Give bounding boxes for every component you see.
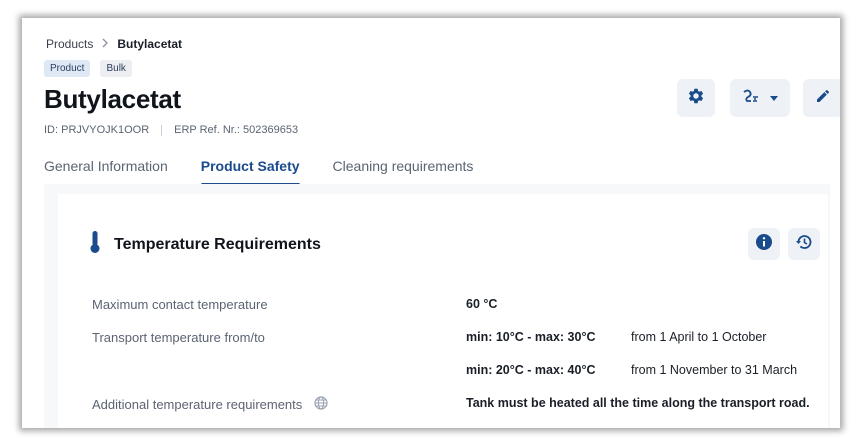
breadcrumb-products-link[interactable]: Products bbox=[46, 37, 93, 51]
bulk-tag: Bulk bbox=[100, 60, 132, 77]
additional-temp-label: Additional temperature requirements bbox=[92, 396, 328, 413]
max-contact-temp-label: Maximum contact temperature bbox=[92, 297, 268, 312]
breadcrumb: Products Butylacetat bbox=[46, 36, 182, 51]
edit-button[interactable] bbox=[803, 79, 840, 117]
product-meta: ID: PRJVYOJK1OOR ERP Ref. Nr.: 502369653 bbox=[44, 124, 298, 136]
tab-product-safety[interactable]: Product Safety bbox=[200, 158, 300, 186]
tab-bar: General Information Product Safety Clean… bbox=[44, 158, 474, 186]
pencil-icon bbox=[815, 88, 831, 109]
history-icon bbox=[795, 233, 813, 256]
transport-temp-range-2: min: 20°C - max: 40°C bbox=[466, 363, 596, 377]
transport-period-1: from 1 April to 1 October bbox=[631, 330, 767, 344]
app-window: Products Butylacetat Product Bulk Butyla… bbox=[22, 18, 840, 428]
additional-temp-value: Tank must be heated all the time along t… bbox=[466, 396, 810, 410]
thermometer-icon bbox=[88, 230, 102, 259]
transport-period-2: from 1 November to 31 March bbox=[631, 363, 798, 377]
page-title: Butylacetat bbox=[44, 84, 181, 114]
row-label-text: Additional temperature requirements bbox=[92, 397, 303, 412]
row-label-text: Maximum contact temperature bbox=[92, 297, 268, 312]
gear-icon bbox=[687, 87, 705, 110]
temperature-requirements-card: Temperature Requirements Maximum contact… bbox=[58, 194, 828, 428]
settings-button[interactable] bbox=[677, 79, 715, 117]
transport-temp-range-1: min: 10°C - max: 30°C bbox=[466, 330, 596, 344]
product-tag: Product bbox=[44, 60, 91, 77]
transport-temp-label: Transport temperature from/to bbox=[92, 330, 265, 345]
section-title: Temperature Requirements bbox=[114, 235, 321, 253]
info-button[interactable] bbox=[748, 228, 780, 260]
chevron-right-icon bbox=[101, 36, 109, 51]
row-label-text: Transport temperature from/to bbox=[92, 330, 265, 345]
meta-divider bbox=[161, 124, 163, 136]
route-icon bbox=[742, 88, 760, 109]
card-header: Temperature Requirements bbox=[88, 230, 321, 259]
breadcrumb-current: Butylacetat bbox=[117, 36, 183, 51]
tag-list: Product Bulk bbox=[44, 60, 132, 77]
content-panel: Temperature Requirements Maximum contact… bbox=[44, 184, 830, 428]
history-button[interactable] bbox=[788, 228, 820, 260]
product-id: ID: PRJVYOJK1OOR bbox=[44, 124, 150, 136]
erp-reference: ERP Ref. Nr.: 502369653 bbox=[174, 124, 299, 136]
info-icon bbox=[755, 233, 773, 256]
max-contact-temp-value: 60 °C bbox=[466, 297, 498, 311]
globe-icon[interactable] bbox=[314, 396, 328, 413]
workflow-dropdown-button[interactable] bbox=[730, 79, 790, 117]
tab-general-information[interactable]: General Information bbox=[44, 158, 168, 184]
tab-cleaning-requirements[interactable]: Cleaning requirements bbox=[333, 158, 474, 184]
caret-down-icon bbox=[770, 89, 778, 107]
